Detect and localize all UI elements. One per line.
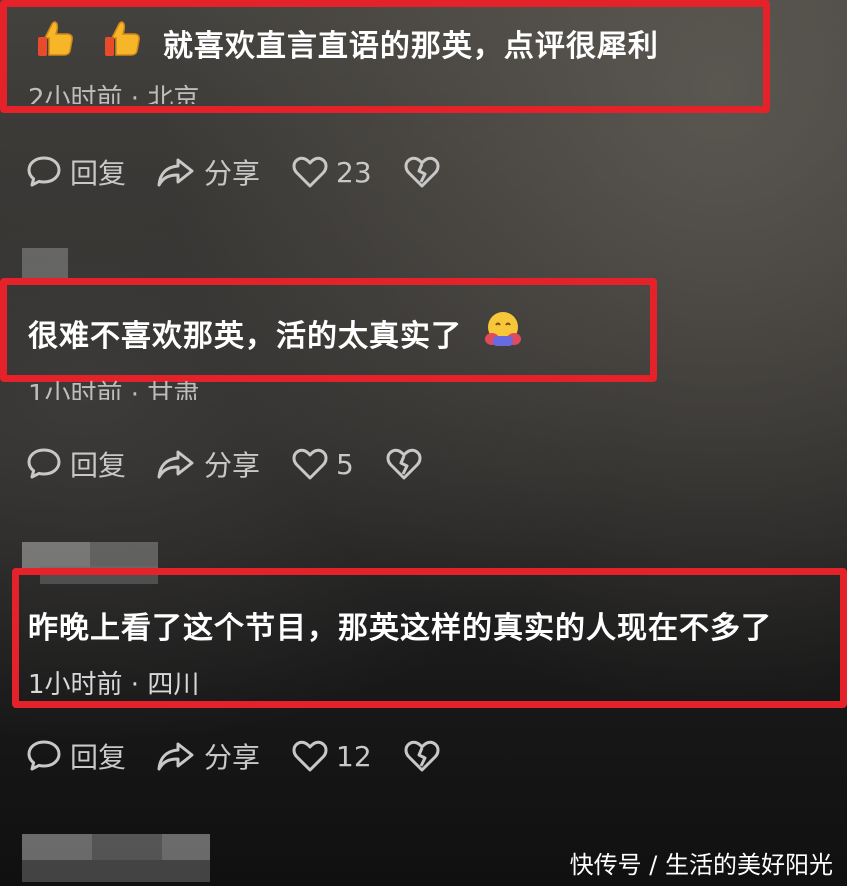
comment-2-text-row: 很难不喜欢那英，活的太真实了 — [28, 310, 523, 356]
chat-bubble-icon — [27, 448, 61, 479]
comment-1-actions: 回复 分享 23 — [26, 152, 440, 192]
comment-1-text-row: 就喜欢直言直语的那英，点评很犀利 — [36, 20, 659, 66]
reply-label: 回复 — [70, 449, 127, 482]
like-button[interactable]: 5 — [292, 447, 354, 481]
heart-icon — [292, 156, 328, 188]
share-label: 分享 — [204, 157, 261, 190]
share-button[interactable]: 分享 — [156, 152, 260, 192]
reply-label: 回复 — [70, 741, 127, 774]
comment-3-meta: 1小时前 · 四川 — [28, 670, 200, 700]
like-button[interactable]: 23 — [292, 155, 372, 189]
share-arrow-icon — [157, 450, 194, 479]
thumbs-up-icon — [36, 20, 76, 66]
comment-2-text: 很难不喜欢那英，活的太真实了 — [28, 319, 462, 354]
dislike-button[interactable] — [404, 739, 440, 773]
like-button[interactable]: 12 — [292, 739, 372, 773]
broken-heart-icon — [386, 448, 422, 480]
comment-1-meta: 2小时前 · 北京 — [28, 84, 200, 104]
comment-2-meta: 1小时前 · 甘肃 — [28, 380, 200, 400]
thumbs-up-icon — [103, 20, 143, 66]
share-button[interactable]: 分享 — [156, 736, 260, 776]
comment-3-actions: 回复 分享 12 — [26, 736, 440, 776]
comment-2-actions: 回复 分享 5 — [26, 444, 422, 484]
blurred-username — [22, 542, 90, 568]
dislike-button[interactable] — [386, 447, 422, 481]
blurred-username — [90, 542, 158, 568]
reply-button[interactable]: 回复 — [26, 736, 126, 776]
like-count: 23 — [336, 155, 372, 189]
dislike-button[interactable] — [404, 155, 440, 189]
broken-heart-icon — [404, 156, 440, 188]
comment-3-text: 昨晚上看了这个节目，那英这样的真实的人现在不多了 — [28, 611, 772, 646]
hugging-face-icon — [483, 310, 523, 356]
blurred-username — [22, 834, 92, 860]
share-label: 分享 — [204, 741, 261, 774]
blurred-username — [162, 834, 210, 860]
blurred-avatar — [22, 248, 68, 282]
blurred-username — [22, 860, 210, 882]
watermark: 快传号 / 生活的美好阳光 — [569, 851, 833, 879]
reply-label: 回复 — [70, 157, 127, 190]
share-label: 分享 — [204, 449, 261, 482]
share-button[interactable]: 分享 — [156, 444, 260, 484]
like-count: 12 — [336, 739, 372, 773]
share-arrow-icon — [157, 742, 194, 771]
comment-1-text: 就喜欢直言直语的那英，点评很犀利 — [162, 29, 659, 64]
chat-bubble-icon — [27, 156, 61, 187]
heart-icon — [292, 448, 328, 480]
reply-button[interactable]: 回复 — [26, 152, 126, 192]
broken-heart-icon — [404, 740, 440, 772]
chat-bubble-icon — [27, 740, 61, 771]
reply-button[interactable]: 回复 — [26, 444, 126, 484]
blurred-username — [92, 834, 162, 860]
share-arrow-icon — [157, 158, 194, 187]
heart-icon — [292, 740, 328, 772]
like-count: 5 — [336, 447, 354, 481]
